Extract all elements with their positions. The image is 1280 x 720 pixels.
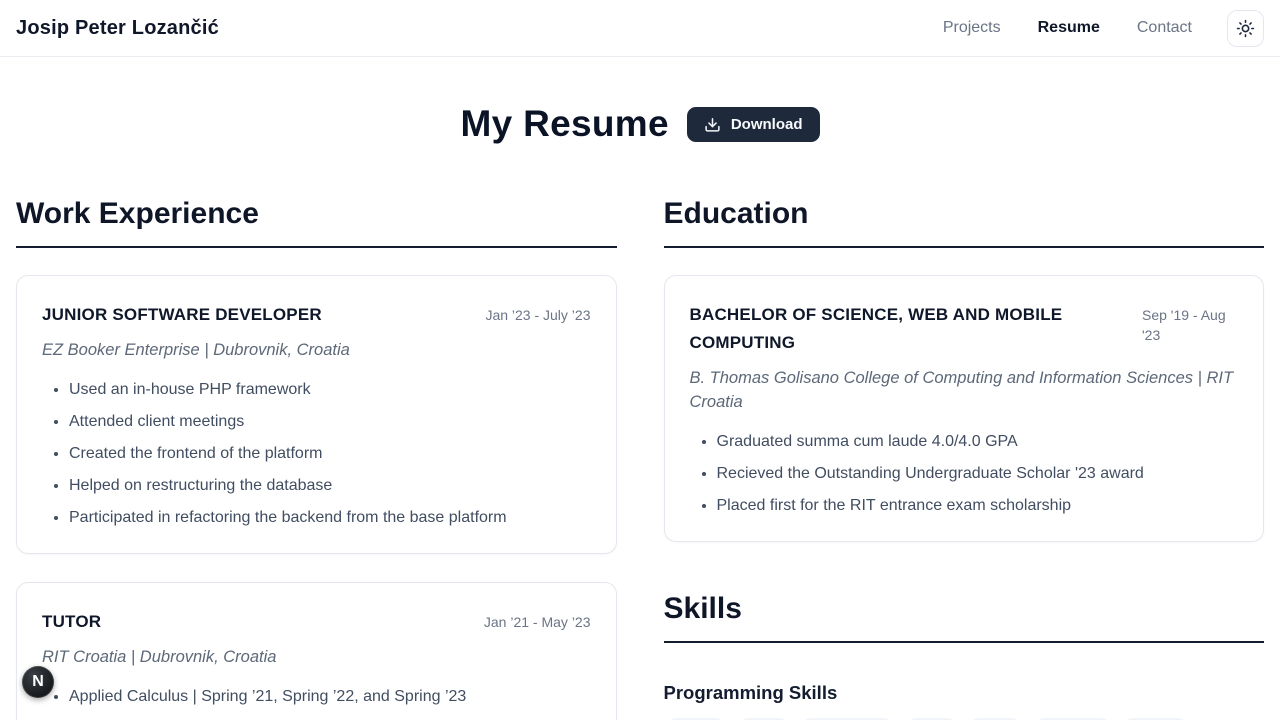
job-card-tutor: TUTOR Jan ’21 - May ’23 RIT Croatia | Du… [16, 582, 617, 720]
card-head: TUTOR Jan ’21 - May ’23 [42, 608, 591, 636]
job-title: TUTOR [42, 608, 101, 636]
degree-dates: Sep '19 - Aug '23 [1142, 301, 1238, 345]
job-organization: EZ Booker Enterprise | Dubrovnik, Croati… [42, 338, 591, 362]
card-head: JUNIOR SOFTWARE DEVELOPER Jan ’23 - July… [42, 301, 591, 329]
degree-bullet: Recieved the Outstanding Undergraduate S… [717, 464, 1239, 484]
degree-organization: B. Thomas Golisano College of Computing … [690, 366, 1239, 414]
skills-section: Skills Programming Skills HTML CSS JavaS… [664, 592, 1265, 720]
nextjs-dev-indicator-button[interactable]: N [22, 666, 54, 698]
degree-bullet: Placed first for the RIT entrance exam s… [717, 496, 1239, 516]
education-heading: Education [664, 197, 1265, 248]
degree-title: BACHELOR OF SCIENCE, WEB AND MOBILE COMP… [690, 301, 1110, 357]
main-nav: Projects Resume Contact [943, 10, 1264, 47]
job-bullet: Applied Calculus | Spring ’21, Spring ’2… [69, 687, 591, 707]
sun-icon [1236, 19, 1255, 38]
job-bullet-list: Used an in-house PHP framework Attended … [42, 380, 591, 528]
nav-link-projects[interactable]: Projects [943, 19, 1001, 37]
skills-category-title: Programming Skills [664, 682, 1265, 704]
job-organization: RIT Croatia | Dubrovnik, Croatia [42, 645, 591, 669]
degree-card-bachelor: BACHELOR OF SCIENCE, WEB AND MOBILE COMP… [664, 275, 1265, 542]
nav-link-contact[interactable]: Contact [1137, 19, 1192, 37]
nav-link-resume[interactable]: Resume [1038, 19, 1100, 37]
work-experience-section: Work Experience JUNIOR SOFTWARE DEVELOPE… [16, 197, 617, 720]
theme-toggle-button[interactable] [1227, 10, 1264, 47]
site-brand-name[interactable]: Josip Peter Lozančić [16, 17, 219, 40]
download-icon [704, 116, 721, 133]
page-title: My Resume [460, 103, 668, 145]
content-columns: Work Experience JUNIOR SOFTWARE DEVELOPE… [0, 197, 1280, 720]
degree-bullet-list: Graduated summa cum laude 4.0/4.0 GPA Re… [690, 432, 1239, 516]
job-bullet: Used an in-house PHP framework [69, 380, 591, 400]
education-column: Education BACHELOR OF SCIENCE, WEB AND M… [664, 197, 1265, 720]
job-dates: Jan ’21 - May ’23 [484, 608, 591, 632]
job-bullet-list: Applied Calculus | Spring ’21, Spring ’2… [42, 687, 591, 720]
nextjs-logo-icon: N [32, 673, 44, 691]
job-bullet: Participated in refactoring the backend … [69, 508, 591, 528]
card-head: BACHELOR OF SCIENCE, WEB AND MOBILE COMP… [690, 301, 1239, 357]
work-column: Work Experience JUNIOR SOFTWARE DEVELOPE… [16, 197, 617, 720]
site-header: Josip Peter Lozančić Projects Resume Con… [0, 0, 1280, 57]
job-card-junior-software-developer: JUNIOR SOFTWARE DEVELOPER Jan ’23 - July… [16, 275, 617, 554]
job-bullet: Helped on restructuring the database [69, 476, 591, 496]
work-experience-heading: Work Experience [16, 197, 617, 248]
download-button-label: Download [731, 116, 803, 133]
job-bullet: Created the frontend of the platform [69, 444, 591, 464]
job-dates: Jan ’23 - July ’23 [485, 301, 590, 325]
hero: My Resume Download [0, 103, 1280, 145]
job-bullet: Attended client meetings [69, 412, 591, 432]
degree-bullet: Graduated summa cum laude 4.0/4.0 GPA [717, 432, 1239, 452]
job-title: JUNIOR SOFTWARE DEVELOPER [42, 301, 322, 329]
skills-heading: Skills [664, 592, 1265, 643]
download-button[interactable]: Download [687, 107, 820, 142]
education-section: Education BACHELOR OF SCIENCE, WEB AND M… [664, 197, 1265, 542]
